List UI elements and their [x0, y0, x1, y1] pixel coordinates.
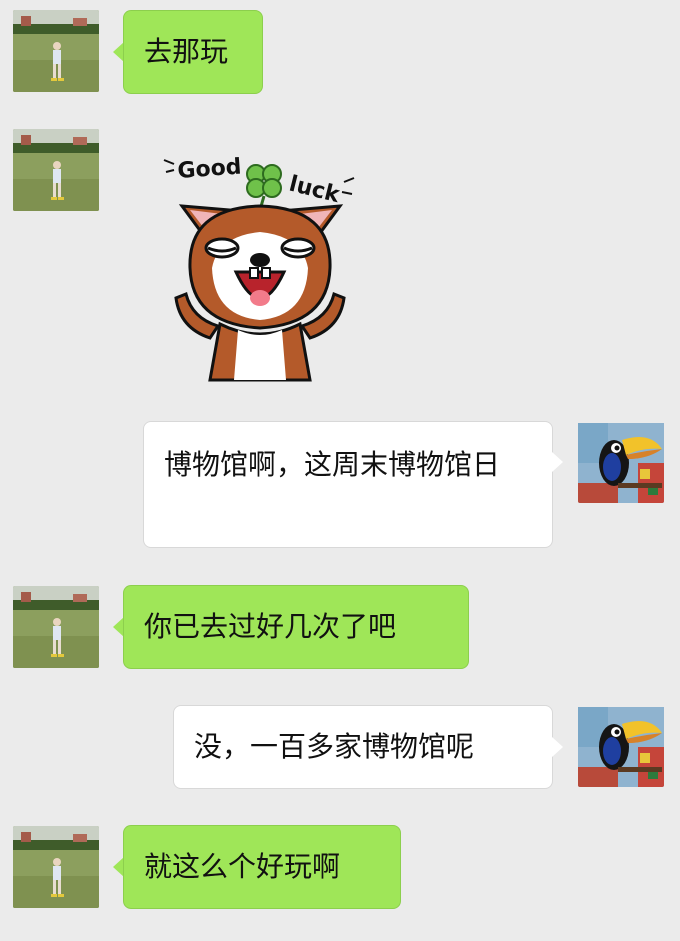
bubble-tail [552, 452, 563, 472]
bubble-tail [552, 737, 563, 757]
message-text: 没，一百多家博物馆呢 [194, 730, 475, 763]
message-text: 去那玩 [144, 35, 229, 68]
message-text: 博物馆啊，这周末博物馆日 [164, 448, 501, 481]
my-avatar[interactable] [578, 705, 664, 787]
svg-text:luck: luck [287, 172, 344, 209]
friend-avatar[interactable] [13, 10, 99, 92]
my-avatar[interactable] [578, 421, 664, 503]
friend-avatar[interactable] [13, 129, 99, 211]
friend-avatar[interactable] [13, 586, 99, 668]
message-text: 就这么个好玩啊 [144, 850, 341, 883]
outgoing-message-bubble[interactable]: 博物馆啊，这周末博物馆日 [143, 421, 553, 548]
good-luck-sticker[interactable]: Good luck [160, 148, 360, 384]
incoming-message-bubble[interactable]: 去那玩 [123, 10, 263, 94]
svg-text:Good: Good [177, 155, 243, 184]
outgoing-message-bubble[interactable]: 没，一百多家博物馆呢 [173, 705, 553, 789]
incoming-message-bubble[interactable]: 就这么个好玩啊 [123, 825, 401, 909]
message-text: 你已去过好几次了吧 [144, 610, 397, 643]
incoming-message-bubble[interactable]: 你已去过好几次了吧 [123, 585, 469, 669]
friend-avatar[interactable] [13, 826, 99, 908]
